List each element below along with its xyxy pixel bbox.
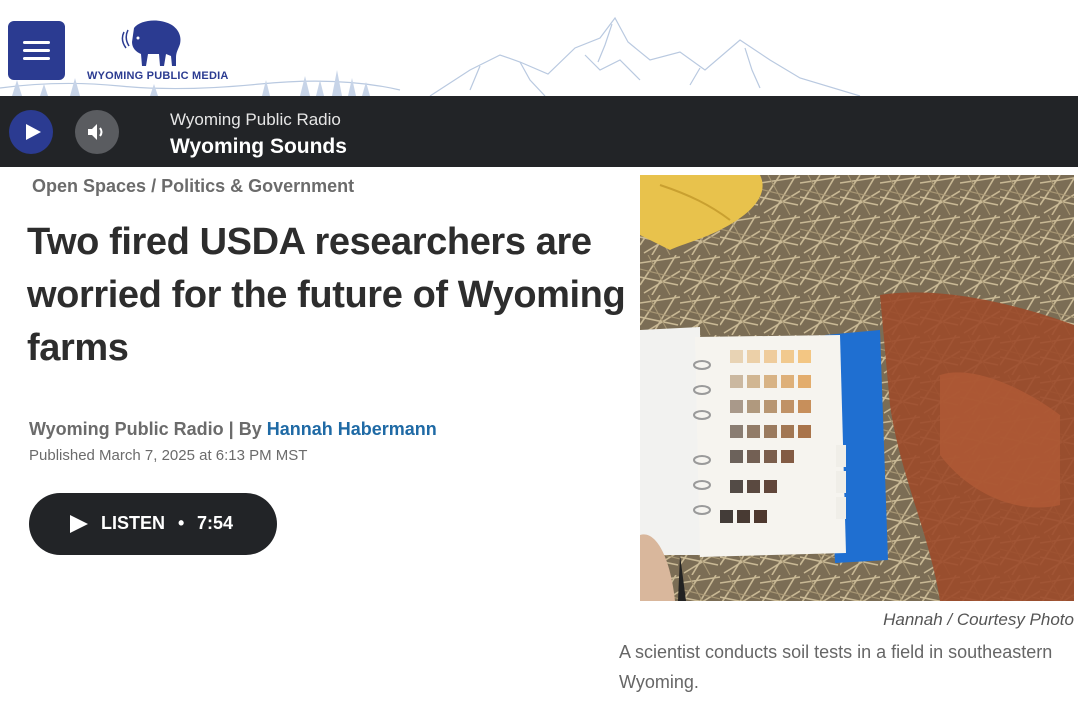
- program-name[interactable]: Wyoming Sounds: [170, 135, 347, 159]
- menu-button[interactable]: [8, 21, 65, 80]
- site-logo[interactable]: WYOMING PUBLIC MEDIA: [84, 16, 234, 86]
- photo-caption: A scientist conducts soil tests in a fie…: [619, 642, 1053, 692]
- listen-label: LISTEN: [101, 513, 166, 533]
- menu-icon-bar-middle: [23, 49, 50, 52]
- byline: Wyoming Public Radio | By Hannah Haberma…: [29, 419, 437, 440]
- article-photo[interactable]: [640, 175, 1074, 601]
- soil-color-chart-photo: [640, 175, 1074, 601]
- logo-wordmark: WYOMING PUBLIC MEDIA: [87, 70, 229, 82]
- breadcrumb-politics-government[interactable]: Politics & Government: [161, 176, 354, 196]
- listen-button[interactable]: LISTEN • 7:54: [29, 493, 277, 555]
- site-header: WYOMING PUBLIC MEDIA: [0, 0, 1078, 96]
- volume-icon: [88, 124, 103, 140]
- byline-source: Wyoming Public Radio | By: [29, 419, 262, 439]
- volume-button[interactable]: [75, 110, 119, 154]
- listen-separator: •: [178, 513, 185, 533]
- breadcrumb: Open Spaces / Politics & Government: [32, 176, 354, 197]
- photo-credit: Hannah / Courtesy Photo: [883, 610, 1074, 629]
- breadcrumb-open-spaces[interactable]: Open Spaces: [32, 176, 146, 196]
- station-name: Wyoming Public Radio: [170, 110, 341, 129]
- live-radio-player: Wyoming Public Radio Wyoming Sounds: [0, 96, 1078, 167]
- play-button[interactable]: [9, 110, 53, 154]
- article-headline: Two fired USDA researchers are worried f…: [27, 221, 626, 369]
- menu-icon-bar-top: [23, 41, 50, 44]
- author-link[interactable]: Hannah Habermann: [267, 419, 437, 439]
- menu-icon-bar-bottom: [23, 57, 50, 60]
- bison-logo-icon: [121, 20, 181, 66]
- listen-duration: 7:54: [197, 513, 234, 533]
- play-icon: [26, 124, 41, 140]
- play-icon: [70, 515, 88, 533]
- breadcrumb-separator: /: [151, 176, 157, 196]
- published-date: Published March 7, 2025 at 6:13 PM MST: [29, 447, 308, 464]
